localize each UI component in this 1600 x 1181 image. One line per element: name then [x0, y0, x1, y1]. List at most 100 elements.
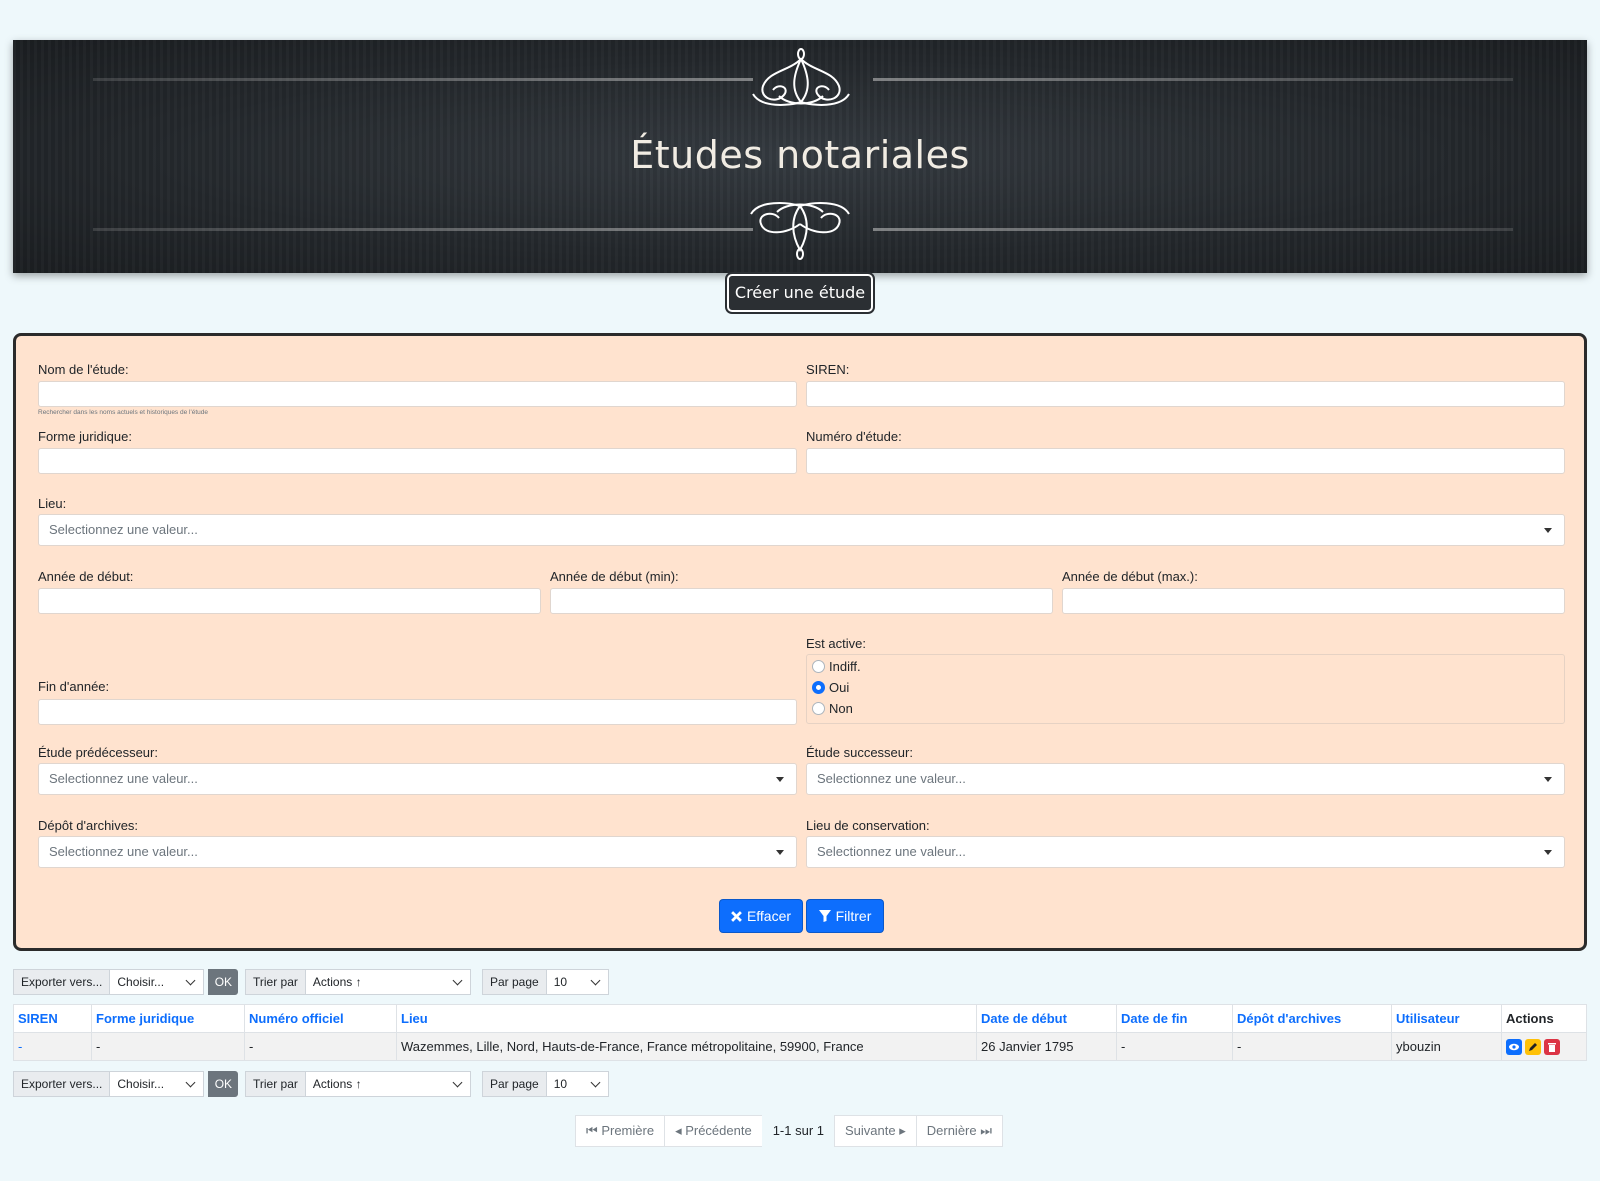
- filter-panel: Nom de l'étude: Rechercher dans les noms…: [13, 333, 1587, 951]
- fin-annee-label: Fin d'année:: [38, 679, 110, 694]
- conservation-placeholder: Selectionnez une valeur...: [817, 844, 966, 859]
- chevron-down-icon: [185, 975, 196, 986]
- radio-button[interactable]: [812, 702, 825, 715]
- nom-hint: Rechercher dans les noms actuels et hist…: [38, 409, 208, 416]
- lieu-label: Lieu:: [38, 496, 67, 511]
- view-icon[interactable]: [1506, 1038, 1522, 1055]
- prev-page-button[interactable]: ◂ Précédente: [664, 1115, 763, 1147]
- first-page-button[interactable]: ⏮ Première: [575, 1115, 666, 1147]
- filtrer-button[interactable]: Filtrer: [807, 900, 883, 932]
- col-forme[interactable]: Forme juridique: [91, 1004, 245, 1033]
- conservation-label: Lieu de conservation:: [806, 818, 930, 833]
- results-table: SIREN Forme juridique Numéro officiel Li…: [13, 1004, 1587, 1061]
- perpage-select-value: 10: [553, 975, 568, 989]
- radio-label: Non: [829, 701, 853, 716]
- sort-label: Trier par: [245, 1071, 306, 1097]
- radio-button-checked[interactable]: [812, 681, 825, 694]
- forme-input[interactable]: [38, 448, 797, 474]
- radio-indiff[interactable]: Indiff.: [812, 659, 861, 674]
- next-page-label: Suivante: [845, 1123, 896, 1138]
- chevron-down-icon: [452, 1077, 463, 1088]
- effacer-button[interactable]: Effacer: [720, 900, 802, 932]
- chevron-down-icon: [590, 1077, 601, 1088]
- sort-select[interactable]: Actions ↑: [305, 1071, 471, 1097]
- radio-button[interactable]: [812, 660, 825, 673]
- depot-select[interactable]: Selectionnez une valeur...: [38, 836, 797, 868]
- col-siren[interactable]: SIREN: [13, 1004, 92, 1033]
- clear-icon: [731, 911, 742, 922]
- annee-min-input[interactable]: [550, 588, 1053, 614]
- numero-label: Numéro d'étude:: [806, 429, 902, 444]
- perpage-select[interactable]: 10: [546, 1071, 609, 1097]
- annee-debut-input[interactable]: [38, 588, 541, 614]
- col-date-fin[interactable]: Date de fin: [1116, 1004, 1233, 1033]
- nom-input[interactable]: [38, 381, 797, 407]
- edit-icon[interactable]: [1525, 1038, 1541, 1055]
- cell-siren[interactable]: -: [13, 1032, 92, 1061]
- cell-numero: -: [244, 1032, 397, 1061]
- radio-non[interactable]: Non: [812, 701, 853, 716]
- last-page-label: Dernière: [926, 1123, 977, 1138]
- table-row: - - - Wazemmes, Lille, Nord, Hauts-de-Fr…: [13, 1032, 1587, 1061]
- export-select-value: Choisir...: [117, 1077, 165, 1091]
- export-select[interactable]: Choisir...: [110, 969, 205, 995]
- radio-oui[interactable]: Oui: [812, 680, 849, 695]
- sort-group-bottom: Trier par Actions ↑: [245, 1071, 471, 1097]
- cell-date-fin: -: [1116, 1032, 1233, 1061]
- perpage-label: Par page: [482, 969, 547, 995]
- create-study-button[interactable]: Créer une étude: [725, 272, 875, 314]
- perpage-select-value: 10: [553, 1077, 568, 1091]
- perpage-label: Par page: [482, 1071, 547, 1097]
- last-page-button[interactable]: Dernière ⏭: [915, 1115, 1003, 1147]
- annee-debut-label: Année de début:: [38, 569, 134, 584]
- export-ok-button[interactable]: OK: [208, 969, 239, 995]
- sort-select[interactable]: Actions ↑: [305, 969, 471, 995]
- chevron-down-icon: [185, 1077, 196, 1088]
- caret-down-icon: [1544, 777, 1552, 782]
- table-header-row: SIREN Forme juridique Numéro officiel Li…: [13, 1004, 1587, 1033]
- pagination: ⏮ Première ◂ Précédente 1-1 sur 1 Suivan…: [575, 1115, 1003, 1147]
- banner-divider: [93, 78, 753, 81]
- predecesseur-select[interactable]: Selectionnez une valeur...: [38, 763, 797, 795]
- filtrer-label: Filtrer: [835, 908, 872, 924]
- prev-page-label: Précédente: [685, 1123, 752, 1138]
- export-label: Exporter vers...: [13, 969, 111, 995]
- col-numero[interactable]: Numéro officiel: [244, 1004, 397, 1033]
- numero-input[interactable]: [806, 448, 1565, 474]
- annee-max-input[interactable]: [1062, 588, 1565, 614]
- cell-actions: [1501, 1032, 1587, 1061]
- export-group-top: Exporter vers... Choisir... OK: [13, 969, 239, 995]
- banner-divider: [93, 228, 753, 231]
- siren-link[interactable]: -: [18, 1039, 22, 1054]
- export-ok-button[interactable]: OK: [208, 1071, 239, 1097]
- export-select[interactable]: Choisir...: [110, 1071, 205, 1097]
- sort-select-value: Actions ↑: [312, 1077, 362, 1091]
- chevron-down-icon: [452, 975, 463, 986]
- col-depot[interactable]: Dépôt d'archives: [1232, 1004, 1392, 1033]
- conservation-select[interactable]: Selectionnez une valeur...: [806, 836, 1565, 868]
- siren-input[interactable]: [806, 381, 1565, 407]
- banner-divider: [873, 78, 1513, 81]
- successeur-select[interactable]: Selectionnez une valeur...: [806, 763, 1565, 795]
- last-page-icon: ⏭: [976, 1123, 992, 1138]
- fin-annee-input[interactable]: [38, 699, 797, 725]
- effacer-label: Effacer: [746, 908, 792, 924]
- flourish-top-icon: [752, 48, 850, 106]
- forme-label: Forme juridique:: [38, 429, 132, 444]
- first-page-label: Première: [601, 1123, 655, 1138]
- export-label: Exporter vers...: [13, 1071, 111, 1097]
- radio-label: Indiff.: [829, 659, 861, 674]
- col-date-debut[interactable]: Date de début: [976, 1004, 1117, 1033]
- next-page-button[interactable]: Suivante ▸: [834, 1115, 917, 1147]
- caret-down-icon: [1544, 850, 1552, 855]
- perpage-select[interactable]: 10: [546, 969, 609, 995]
- col-utilisateur[interactable]: Utilisateur: [1391, 1004, 1502, 1033]
- lieu-select[interactable]: Selectionnez une valeur...: [38, 514, 1565, 546]
- cell-lieu: Wazemmes, Lille, Nord, Hauts-de-France, …: [396, 1032, 977, 1061]
- sort-select-value: Actions ↑: [312, 975, 362, 989]
- col-lieu[interactable]: Lieu: [396, 1004, 977, 1033]
- perpage-group-top: Par page 10: [482, 969, 609, 995]
- delete-icon[interactable]: [1544, 1038, 1560, 1055]
- cell-utilisateur: ybouzin: [1391, 1032, 1502, 1061]
- cell-date-debut: 26 Janvier 1795: [976, 1032, 1117, 1061]
